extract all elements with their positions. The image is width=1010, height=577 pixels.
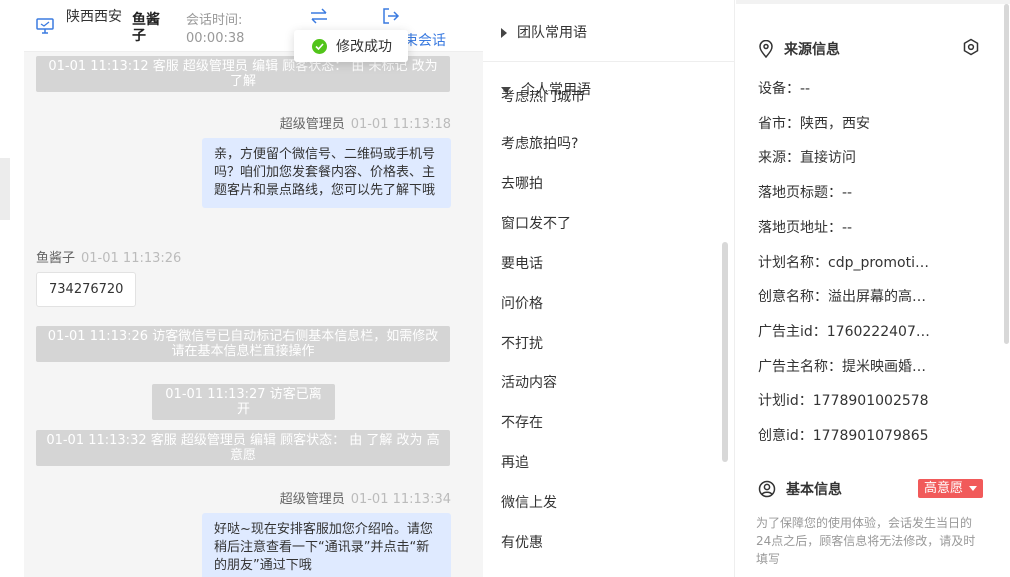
user-circle-icon <box>758 480 776 498</box>
visitor-sender-name: 鱼酱子 <box>36 251 76 266</box>
transfer-icon[interactable] <box>309 8 329 24</box>
team-phrases-toggle[interactable]: 团队常用语 <box>501 22 587 42</box>
intent-status-label: 高意愿 <box>924 481 964 496</box>
phrase-item[interactable]: 去哪拍 <box>501 173 543 193</box>
monitor-icon <box>36 18 54 34</box>
phrase-item[interactable]: 不打扰 <box>501 333 543 353</box>
info-row: 创意名称：溢出屏幕的高颜值婚纱照 <box>758 289 934 306</box>
info-row: 省市：陕西，西安 <box>758 115 870 132</box>
phrase-item[interactable]: 活动内容 <box>501 372 557 392</box>
system-message: 01-01 11:13:27 访客已离开 <box>152 384 335 420</box>
visitor-sender: 鱼酱子 01-01 11:13:26 <box>36 247 181 266</box>
source-info-title: 来源信息 <box>758 39 840 59</box>
info-scrollbar[interactable] <box>1004 4 1009 344</box>
phrase-item[interactable]: 考虑旅拍吗? <box>501 133 578 153</box>
caret-right-icon <box>501 28 507 38</box>
info-row: 设备：-- <box>758 81 811 97</box>
agent-sender: 超级管理员 01-01 11:13:18 <box>280 113 451 132</box>
info-row: 落地页标题：-- <box>758 185 853 202</box>
agent-name: 超级管理员 <box>279 492 345 507</box>
end-session-icon[interactable] <box>382 8 400 24</box>
check-circle-icon <box>312 38 327 54</box>
intent-status-dropdown[interactable]: 高意愿 <box>918 479 984 498</box>
basic-info-title: 基本信息 <box>758 479 842 499</box>
phrase-item[interactable]: 不存在 <box>501 412 543 432</box>
chat-panel: 陕西西安 鱼酱子 会话时间: 00:00:38 结束会话 修改成功 01-01 … <box>24 0 483 577</box>
info-row: 计划名称：cdp_promotion_1778901002578 <box>758 254 934 271</box>
message-time: 01-01 11:13:26 <box>81 251 182 266</box>
system-message: 01-01 11:13:26 访客微信号已自动标记右侧基本信息栏，如需修改请在基… <box>36 326 450 362</box>
app-root: 陕西西安 鱼酱子 会话时间: 00:00:38 结束会话 修改成功 01-01 … <box>0 0 1010 577</box>
settings-hex-icon[interactable] <box>962 38 980 56</box>
info-row: 广告主名称：提米映画婚前摄影 <box>758 358 934 375</box>
system-message: 01-01 11:13:32 客服 超级管理员 编辑 顾客状态： 由 了解 改为… <box>36 430 450 466</box>
visitor-info-panel: 来源信息 设备：-- 省市：陕西，西安 来源：直接访问 落地页标题：-- 落地页地址：-… <box>736 0 1010 577</box>
message-time: 01-01 11:13:34 <box>350 492 451 507</box>
session-time-value: 00:00:38 <box>186 31 245 46</box>
info-row: 来源：直接访问 <box>758 150 856 167</box>
toast-text: 修改成功 <box>336 39 392 55</box>
success-toast: 修改成功 <box>294 30 408 62</box>
phrase-item[interactable]: 再追 <box>501 452 529 472</box>
phrase-item[interactable]: 微信上发 <box>501 492 557 512</box>
section-title-text: 来源信息 <box>784 42 840 58</box>
message-time: 01-01 11:13:18 <box>350 117 451 132</box>
phrases-scrollbar[interactable] <box>722 242 728 462</box>
info-row: 广告主id：1760222407965 <box>758 323 934 340</box>
section-title-text: 基本信息 <box>786 482 842 498</box>
group-title: 团队常用语 <box>517 25 587 41</box>
agent-sender: 超级管理员 01-01 11:13:34 <box>280 488 451 507</box>
phrase-item[interactable]: 窗口发不了 <box>501 213 571 233</box>
session-time-label: 会话时间: <box>186 13 243 28</box>
agent-name: 超级管理员 <box>279 117 345 132</box>
phrase-item[interactable]: 有优惠 <box>501 532 543 552</box>
agent-message-bubble: 好哒~现在安排客服加您介绍哈。请您稍后注意查看一下“通讯录”并点击“新的朋友”通… <box>202 513 451 577</box>
caret-down-icon <box>969 485 978 491</box>
left-panel-edge <box>0 158 10 220</box>
location-icon <box>759 40 773 58</box>
info-row: 创意id：1778901079865 <box>758 428 929 444</box>
chat-header: 陕西西安 鱼酱子 会话时间: 00:00:38 结束会话 <box>24 0 483 52</box>
agent-message-bubble: 亲，方便留个微信号、二维码或手机号吗？咱们加您发套餐内容、价格表、主题客片和景点… <box>202 138 451 208</box>
phrase-item[interactable]: 考虑热门城市 <box>501 90 585 104</box>
visitor-message-bubble: 734276720 <box>36 272 137 307</box>
info-row: 落地页地址：-- <box>758 219 853 236</box>
panel-top-strip <box>736 0 1010 4</box>
divider <box>483 61 734 62</box>
info-row: 计划id：1778901002578 <box>758 393 929 410</box>
phrase-item[interactable]: 问价格 <box>501 293 543 313</box>
visitor-name: 鱼酱子 <box>132 12 160 44</box>
quick-phrases-panel: 团队常用语 个人常用语 考虑热门城市 考虑旅拍吗? 去哪拍 窗口发不了 要电话 问价格不… <box>483 0 735 577</box>
visitor-region: 陕西西安 <box>66 9 122 25</box>
edit-notice: 为了保障您的使用体验，会话发生当日的24点之后，顾客信息将无法修改，请及时填写 <box>756 516 976 566</box>
phrase-item[interactable]: 要电话 <box>501 253 543 273</box>
